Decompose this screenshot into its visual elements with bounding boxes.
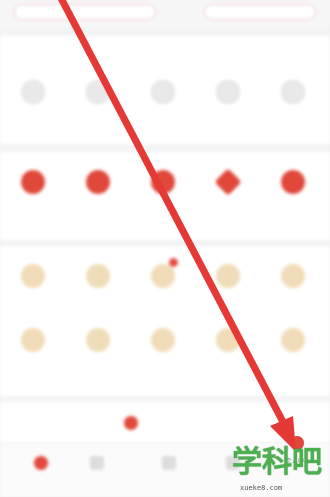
- service-tile[interactable]: [261, 264, 325, 314]
- red-icons-card: [0, 152, 330, 240]
- service-tile[interactable]: [131, 258, 195, 314]
- service-tile[interactable]: [196, 264, 260, 314]
- service-tile[interactable]: [1, 328, 65, 378]
- tool-tile[interactable]: [1, 80, 65, 130]
- service-tile[interactable]: [66, 328, 130, 378]
- services-row-1: [0, 258, 330, 314]
- gold-icon: [151, 328, 175, 352]
- tool-tile[interactable]: [261, 80, 325, 130]
- red-icons-row: [0, 168, 330, 220]
- tab-icon: [162, 456, 176, 470]
- gold-icon: [216, 328, 240, 352]
- service-tile[interactable]: [66, 264, 130, 314]
- tool-icon: [86, 80, 110, 104]
- service-tile[interactable]: [196, 328, 260, 378]
- tool-icon: [21, 80, 45, 104]
- red-circle-icon: [86, 170, 110, 194]
- center-action-button[interactable]: [124, 416, 214, 434]
- watermark-text: 学科吧: [232, 445, 322, 480]
- gold-icon: [281, 328, 305, 352]
- gold-icon: [86, 264, 110, 288]
- red-circle-icon: [21, 170, 45, 194]
- red-tile[interactable]: [131, 170, 195, 220]
- red-tile[interactable]: [66, 170, 130, 220]
- service-tile[interactable]: [261, 328, 325, 378]
- red-tile[interactable]: [261, 170, 325, 220]
- tools-row: [0, 80, 330, 130]
- watermark-logo: 学科吧 xueke8.com: [230, 446, 330, 497]
- tab-home[interactable]: [22, 452, 62, 492]
- tab-second[interactable]: [78, 452, 118, 492]
- gold-icon: [21, 328, 45, 352]
- red-circle-icon: [124, 416, 138, 430]
- tool-tile[interactable]: [66, 80, 130, 130]
- tool-icon: [281, 80, 305, 104]
- gold-icon: [151, 264, 175, 288]
- service-tile[interactable]: [1, 264, 65, 314]
- tab-icon: [90, 456, 104, 470]
- red-circle-icon: [281, 170, 305, 194]
- gold-icon: [21, 264, 45, 288]
- banner-pill-right[interactable]: [204, 4, 316, 20]
- tool-tile[interactable]: [196, 80, 260, 130]
- red-tile[interactable]: [196, 168, 260, 220]
- tab-third[interactable]: [150, 452, 190, 492]
- tool-tile[interactable]: [131, 80, 195, 130]
- gold-icon: [216, 264, 240, 288]
- red-circle-icon: [151, 170, 175, 194]
- tool-icon: [151, 80, 175, 104]
- tools-card: [0, 36, 330, 144]
- top-banner: [0, 0, 330, 28]
- banner-pill-left[interactable]: [14, 4, 156, 20]
- gold-icon: [86, 328, 110, 352]
- gold-icon: [281, 264, 305, 288]
- tool-icon: [216, 80, 240, 104]
- watermark-url: xueke8.com: [240, 484, 283, 492]
- red-shape-icon: [214, 168, 242, 196]
- services-row-2: [0, 328, 330, 378]
- notification-dot: [169, 258, 178, 267]
- services-card: [0, 246, 330, 396]
- service-tile[interactable]: [131, 328, 195, 378]
- home-icon: [34, 456, 48, 470]
- red-tile[interactable]: [1, 170, 65, 220]
